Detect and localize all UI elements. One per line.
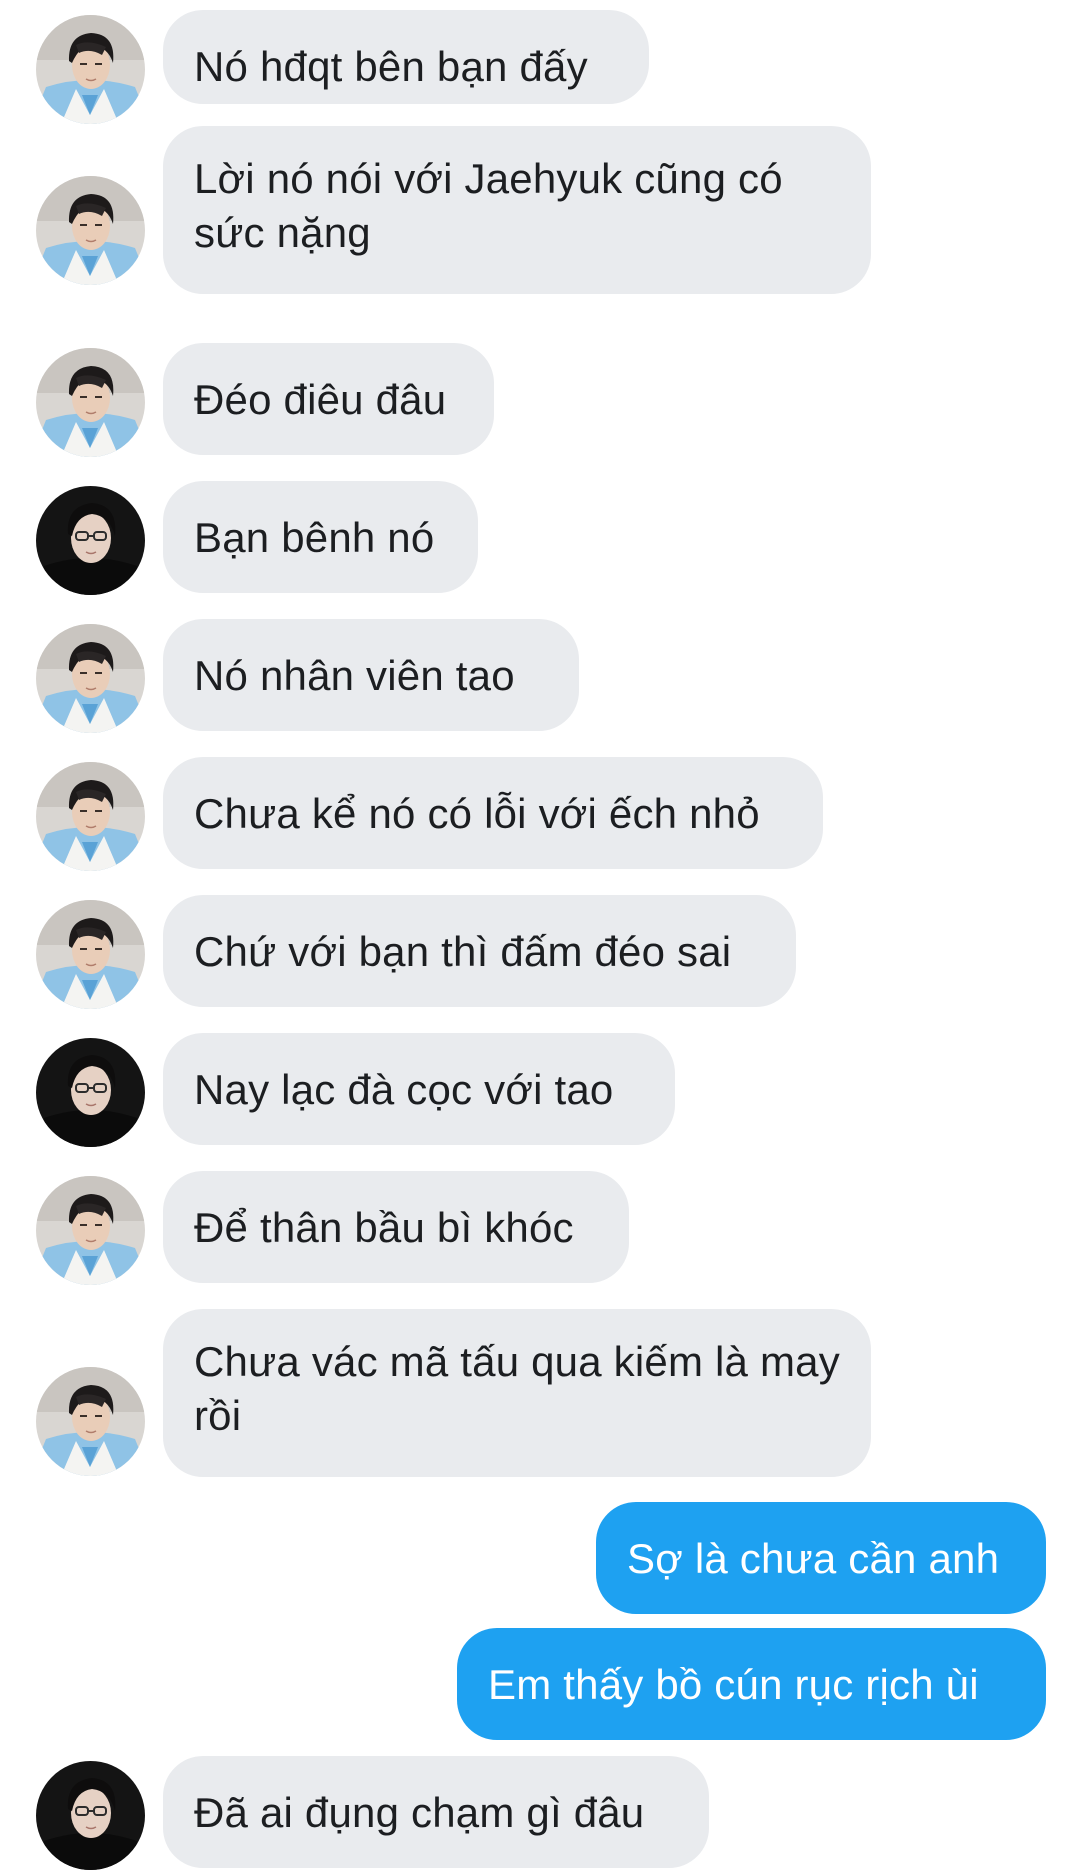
message-text: Đéo điêu đâu — [194, 376, 447, 423]
message-bubble-incoming[interactable]: Nay lạc đà cọc với tao — [163, 1033, 675, 1145]
message-text: Sợ là chưa cần anh — [627, 1535, 1000, 1582]
message-bubble-incoming[interactable]: Nó hđqt bên bạn đấy — [163, 10, 649, 104]
message-bubble-incoming[interactable]: Chưa vác mã tấu qua kiếm là may rồi — [163, 1309, 871, 1477]
message-bubble-incoming[interactable]: Để thân bầu bì khóc — [163, 1171, 629, 1283]
message-bubble-incoming[interactable]: Chứ với bạn thì đấm đéo sai — [163, 895, 796, 1007]
avatar-hanbok-icon — [36, 900, 145, 1009]
message-text: Nó nhân viên tao — [194, 652, 515, 699]
message-thread[interactable]: Nó hđqt bên bạn đấy Lời nó nói với Jaehy… — [0, 0, 1080, 1874]
avatar-hanbok-icon — [36, 348, 145, 457]
message-bubble-incoming[interactable]: Nó nhân viên tao — [163, 619, 579, 731]
message-text: Nay lạc đà cọc với tao — [194, 1066, 614, 1113]
avatar[interactable] — [36, 15, 145, 124]
avatar-hanbok-icon — [36, 762, 145, 871]
message-bubble-incoming[interactable]: Chưa kể nó có lỗi với ếch nhỏ — [163, 757, 823, 869]
message-bubble-incoming[interactable]: Bạn bênh nó — [163, 481, 478, 593]
message-bubble-outgoing[interactable]: Sợ là chưa cần anh — [596, 1502, 1046, 1614]
avatar[interactable] — [36, 1367, 145, 1476]
message-bubble-incoming[interactable]: Đã ai đụng chạm gì đâu — [163, 1756, 709, 1868]
avatar[interactable] — [36, 762, 145, 871]
message-bubble-incoming[interactable]: Lời nó nói với Jaehyuk cũng có sức nặng — [163, 126, 871, 294]
avatar-hanbok-icon — [36, 1367, 145, 1476]
message-bubble-outgoing[interactable]: Em thấy bồ cún rục rịch ùi — [457, 1628, 1046, 1740]
avatar-hanbok-icon — [36, 624, 145, 733]
message-text: Chứ với bạn thì đấm đéo sai — [194, 928, 732, 975]
avatar[interactable] — [36, 176, 145, 285]
avatar-glasses-icon — [36, 1038, 145, 1147]
message-text: Lời nó nói với Jaehyuk cũng có sức nặng — [194, 155, 783, 256]
avatar-hanbok-icon — [36, 1176, 145, 1285]
avatar-glasses-icon — [36, 1761, 145, 1870]
message-text: Đã ai đụng chạm gì đâu — [194, 1789, 645, 1836]
avatar[interactable] — [36, 486, 145, 595]
message-text: Nó hđqt bên bạn đấy — [194, 43, 588, 90]
avatar-glasses-icon — [36, 486, 145, 595]
avatar-hanbok-icon — [36, 176, 145, 285]
message-text: Em thấy bồ cún rục rịch ùi — [488, 1661, 979, 1708]
avatar[interactable] — [36, 348, 145, 457]
avatar[interactable] — [36, 900, 145, 1009]
message-bubble-incoming[interactable]: Đéo điêu đâu — [163, 343, 494, 455]
avatar[interactable] — [36, 624, 145, 733]
avatar[interactable] — [36, 1761, 145, 1870]
avatar-hanbok-icon — [36, 15, 145, 124]
message-text: Để thân bầu bì khóc — [194, 1204, 574, 1251]
message-text: Chưa kể nó có lỗi với ếch nhỏ — [194, 790, 760, 837]
message-text: Chưa vác mã tấu qua kiếm là may rồi — [194, 1338, 840, 1439]
avatar[interactable] — [36, 1038, 145, 1147]
avatar[interactable] — [36, 1176, 145, 1285]
message-text: Bạn bênh nó — [194, 514, 435, 561]
